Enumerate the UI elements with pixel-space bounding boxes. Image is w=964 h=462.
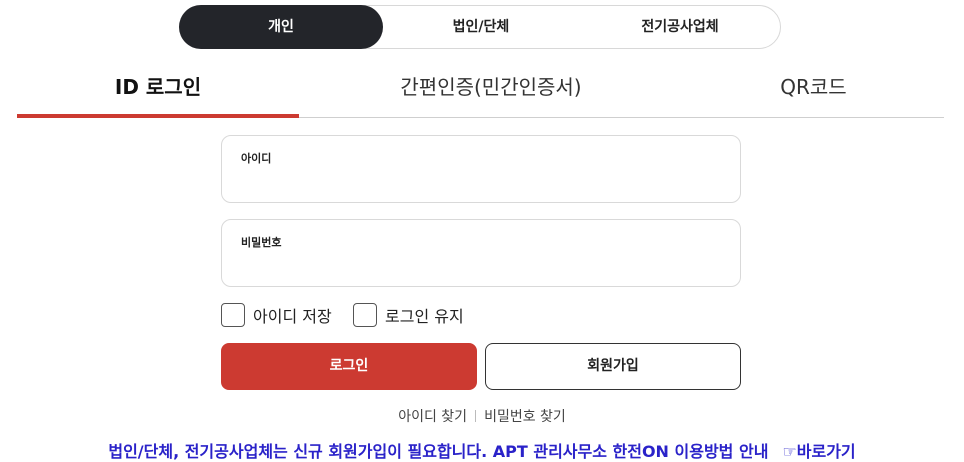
password-field[interactable]: 비밀번호 bbox=[221, 219, 741, 287]
id-label: 아이디 bbox=[241, 152, 272, 165]
member-type-individual[interactable]: 개인 bbox=[179, 5, 383, 49]
save-id-checkbox-box[interactable] bbox=[221, 303, 245, 327]
find-id-link[interactable]: 아이디 찾기 bbox=[398, 409, 467, 425]
tab-id-login[interactable]: ID 로그인 bbox=[17, 58, 299, 116]
keep-login-label: 로그인 유지 bbox=[385, 307, 464, 326]
tab-simple-auth[interactable]: 간편인증(민간인증서) bbox=[299, 58, 683, 116]
links-divider bbox=[475, 410, 477, 422]
save-id-checkbox[interactable]: 아이디 저장 bbox=[221, 302, 332, 328]
login-method-tabs: ID 로그인 간편인증(민간인증서) QR코드 bbox=[17, 58, 944, 119]
find-password-link[interactable]: 비밀번호 찾기 bbox=[484, 409, 566, 425]
tab-active-indicator bbox=[17, 114, 299, 118]
tab-qr-code[interactable]: QR코드 bbox=[683, 58, 944, 116]
id-input[interactable] bbox=[240, 168, 720, 194]
password-input[interactable] bbox=[240, 252, 720, 278]
member-type-selector: 개인 법인/단체 전기공사업체 bbox=[179, 5, 781, 49]
member-type-electrical-contractor[interactable]: 전기공사업체 bbox=[579, 5, 781, 49]
notice-shortcut-link[interactable]: ☞바로가기 bbox=[782, 442, 855, 461]
password-label: 비밀번호 bbox=[241, 236, 282, 249]
member-type-corporation[interactable]: 법인/단체 bbox=[383, 5, 579, 49]
login-button[interactable]: 로그인 bbox=[221, 343, 477, 390]
keep-login-checkbox[interactable]: 로그인 유지 bbox=[353, 302, 464, 328]
save-id-label: 아이디 저장 bbox=[253, 307, 332, 326]
account-links: 아이디 찾기 비밀번호 찾기 bbox=[0, 406, 964, 426]
notice-text: 법인/단체, 전기공사업체는 신규 회원가입이 필요합니다. APT 관리사무소… bbox=[108, 442, 769, 461]
signup-notice: 법인/단체, 전기공사업체는 신규 회원가입이 필요합니다. APT 관리사무소… bbox=[0, 438, 964, 462]
id-field[interactable]: 아이디 bbox=[221, 135, 741, 203]
join-button[interactable]: 회원가입 bbox=[485, 343, 741, 390]
keep-login-checkbox-box[interactable] bbox=[353, 303, 377, 327]
